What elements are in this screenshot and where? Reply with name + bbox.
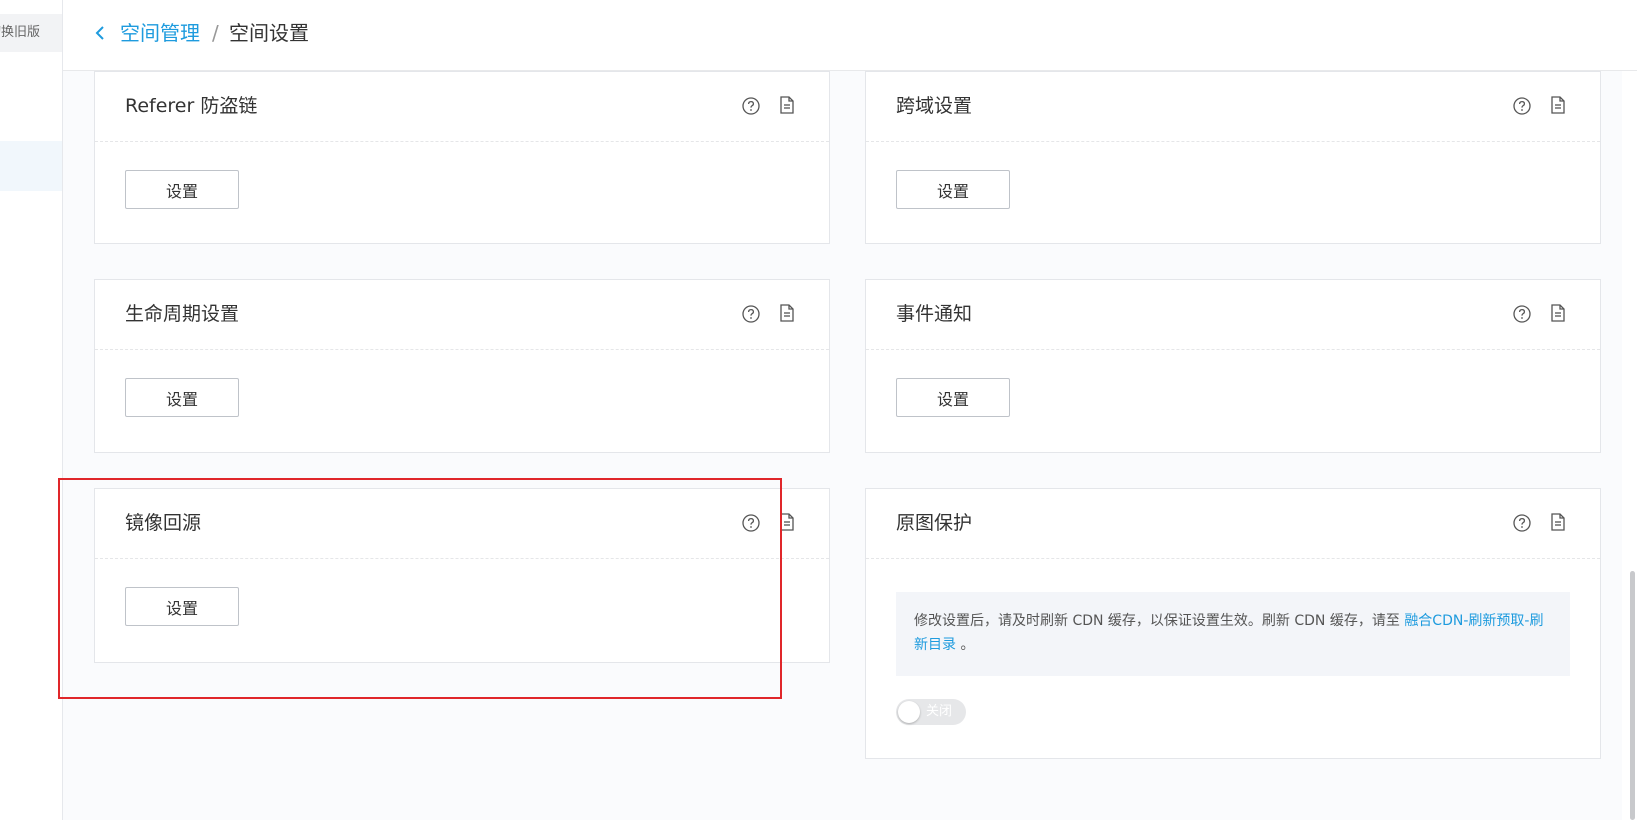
card-referer: Referer 防盗链 设置: [94, 71, 830, 244]
document-icon[interactable]: [778, 512, 796, 532]
card-event-notification: 事件通知 设置: [865, 279, 1601, 453]
card-header: 镜像回源: [95, 489, 829, 559]
toggle-knob: [898, 701, 920, 723]
sidebar: 切换旧版: [0, 0, 63, 820]
cors-settings-button[interactable]: 设置: [896, 170, 1010, 209]
card-header: 跨域设置: [866, 72, 1600, 142]
switch-old-version-button[interactable]: 切换旧版: [0, 14, 62, 52]
scrollbar[interactable]: [1629, 71, 1637, 820]
breadcrumb-separator: /: [212, 21, 219, 45]
topbar: 空间管理 / 空间设置: [63, 0, 1637, 71]
document-icon[interactable]: [778, 95, 796, 115]
card-header: 原图保护: [866, 489, 1600, 559]
card-title: Referer 防盗链: [125, 95, 258, 117]
card-title: 跨域设置: [896, 95, 973, 117]
help-circle-icon[interactable]: [1512, 96, 1532, 116]
notice-end: 。: [960, 637, 975, 653]
help-circle-icon[interactable]: [1512, 304, 1532, 324]
document-icon[interactable]: [1549, 95, 1567, 115]
help-circle-icon[interactable]: [1512, 513, 1532, 533]
help-circle-icon[interactable]: [741, 513, 761, 533]
card-title: 原图保护: [896, 512, 973, 534]
card-title: 镜像回源: [125, 512, 202, 534]
notice-text: 修改设置后，请及时刷新 CDN 缓存，以保证设置生效。刷新 CDN 缓存，请至: [914, 613, 1400, 629]
referer-settings-button[interactable]: 设置: [125, 170, 239, 209]
page-title: 空间设置: [229, 21, 309, 45]
event-settings-button[interactable]: 设置: [896, 378, 1010, 417]
document-icon[interactable]: [1549, 512, 1567, 532]
card-cors: 跨域设置 设置: [865, 71, 1601, 244]
scrollbar-thumb[interactable]: [1630, 571, 1635, 820]
card-header: 生命周期设置: [95, 280, 829, 350]
toggle-label: 关闭: [926, 704, 953, 719]
breadcrumb-parent-link[interactable]: 空间管理: [120, 19, 200, 47]
help-circle-icon[interactable]: [741, 96, 761, 116]
card-original-protection: 原图保护 修改设置后，请及时刷新 CDN 缓存，以保证设置生效。刷新 CDN 缓…: [865, 488, 1601, 759]
card-header: 事件通知: [866, 280, 1600, 350]
document-icon[interactable]: [1549, 303, 1567, 323]
help-circle-icon[interactable]: [741, 304, 761, 324]
chevron-left-icon[interactable]: [93, 23, 107, 43]
original-protection-toggle[interactable]: 关闭: [896, 699, 966, 725]
sidebar-item-active[interactable]: [0, 141, 62, 191]
document-icon[interactable]: [778, 303, 796, 323]
cdn-refresh-notice: 修改设置后，请及时刷新 CDN 缓存，以保证设置生效。刷新 CDN 缓存，请至 …: [896, 592, 1570, 676]
card-mirror-origin: 镜像回源 设置: [94, 488, 830, 663]
card-title: 生命周期设置: [125, 303, 240, 325]
mirror-settings-button[interactable]: 设置: [125, 587, 239, 626]
card-header: Referer 防盗链: [95, 72, 829, 142]
lifecycle-settings-button[interactable]: 设置: [125, 378, 239, 417]
card-lifecycle: 生命周期设置 设置: [94, 279, 830, 453]
card-title: 事件通知: [896, 303, 973, 325]
